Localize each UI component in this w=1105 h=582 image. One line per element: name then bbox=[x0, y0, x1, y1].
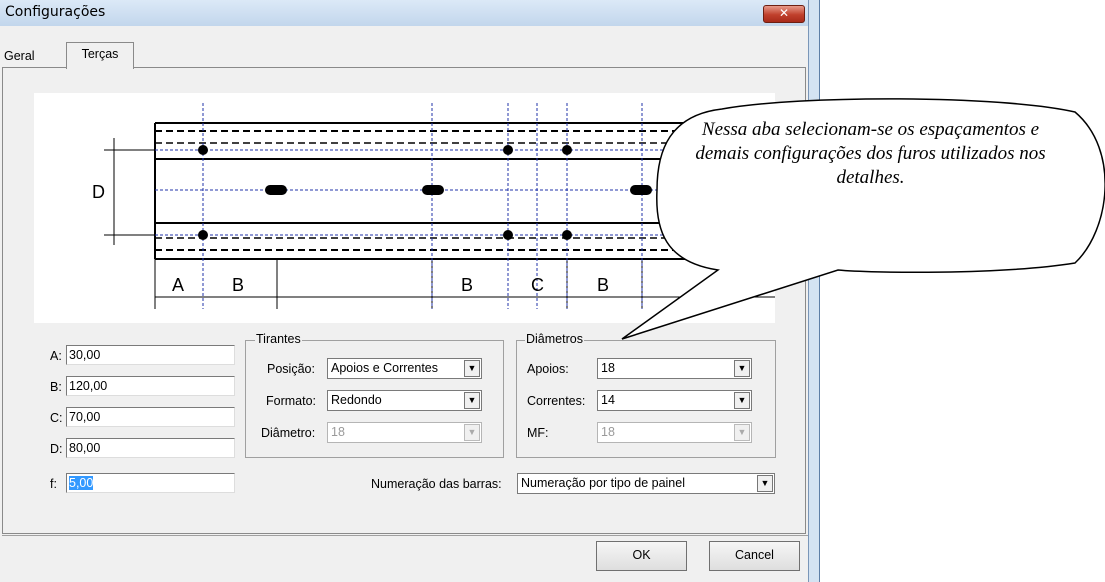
callout-text: Nessa aba selecionam-se os espaçamentos … bbox=[695, 119, 1046, 188]
callout-bubble bbox=[621, 98, 1105, 340]
